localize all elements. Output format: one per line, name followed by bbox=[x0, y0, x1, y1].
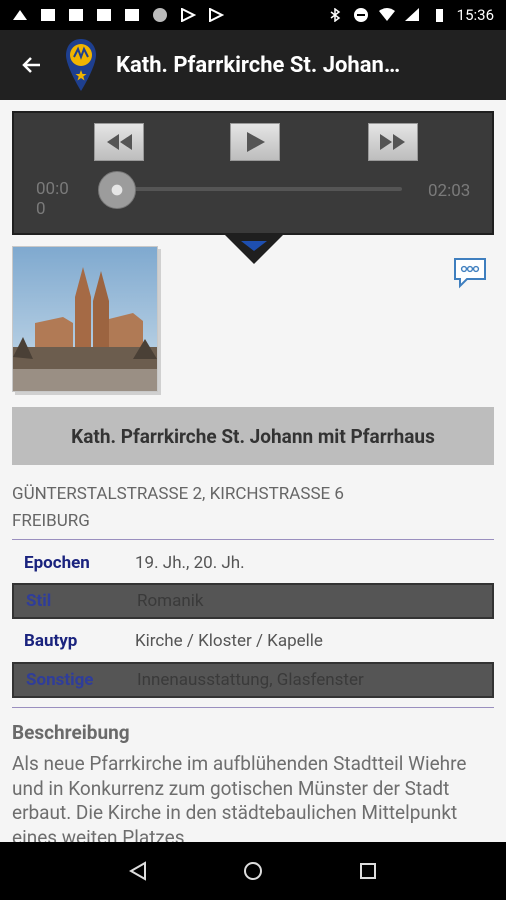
detail-key: Sonstige bbox=[26, 670, 94, 690]
detail-value: 19. Jh., 20. Jh. bbox=[135, 553, 245, 573]
arrow-left-icon bbox=[22, 57, 40, 73]
app-bar: Kath. Pfarrkirche St. Johan… bbox=[0, 30, 506, 100]
signal-icon bbox=[404, 8, 419, 21]
address-line-1: GÜNTERSTALSTRASSE 2, KIRCHSTRASSE 6 bbox=[12, 484, 344, 504]
elapsed-time: 00:0 0 bbox=[36, 179, 69, 219]
do-not-disturb-icon bbox=[353, 8, 368, 22]
rewind-icon bbox=[107, 134, 132, 150]
notification-icon bbox=[13, 10, 27, 20]
detail-value: Innenausstattung, Glasfenster bbox=[137, 670, 364, 690]
church-photo bbox=[13, 247, 157, 391]
wifi-icon bbox=[378, 8, 395, 21]
image-icon bbox=[41, 9, 55, 21]
gallery-icon bbox=[125, 9, 139, 21]
address-line-2: FREIBURG bbox=[12, 511, 90, 531]
seek-bar[interactable] bbox=[104, 187, 402, 191]
play-store-icon bbox=[181, 8, 196, 22]
pointer-arrow bbox=[225, 235, 283, 264]
audio-player: 00:0 0 02:03 bbox=[12, 111, 494, 235]
detail-key: Bautyp bbox=[24, 631, 78, 651]
play-button[interactable] bbox=[230, 123, 280, 161]
monument-address: GÜNTERSTALSTRASSE 2, KIRCHSTRASSE 6 FREI… bbox=[12, 481, 494, 535]
play-store-icon bbox=[209, 8, 224, 22]
fast-forward-button[interactable] bbox=[368, 123, 418, 161]
battery-icon bbox=[435, 9, 443, 22]
divider bbox=[12, 539, 494, 540]
detail-row-sonstige: Sonstige Innenausstattung, Glasfenster bbox=[12, 662, 494, 698]
nav-back-icon[interactable] bbox=[127, 860, 149, 882]
seek-thumb[interactable] bbox=[98, 171, 136, 209]
rewind-button[interactable] bbox=[94, 123, 144, 161]
fast-forward-icon bbox=[380, 134, 405, 150]
image-icon bbox=[69, 9, 83, 21]
clock: 15:36 bbox=[456, 6, 494, 24]
detail-row-bautyp: Bautyp Kirche / Kloster / Kapelle bbox=[12, 623, 494, 659]
detail-value: Romanik bbox=[137, 591, 204, 611]
monument-thumbnail[interactable] bbox=[12, 246, 158, 392]
detail-key: Epochen bbox=[24, 553, 90, 573]
nav-home-icon[interactable] bbox=[242, 860, 264, 882]
detail-row-epochen: Epochen 19. Jh., 20. Jh. bbox=[12, 545, 494, 581]
divider bbox=[12, 707, 494, 708]
notification-icons bbox=[12, 8, 224, 22]
page-title: Kath. Pfarrkirche St. Johan… bbox=[116, 52, 401, 78]
description-heading: Beschreibung bbox=[12, 721, 130, 744]
status-bar: 15:36 bbox=[0, 0, 506, 30]
back-button[interactable] bbox=[0, 30, 64, 100]
detail-row-stil: Stil Romanik bbox=[12, 583, 494, 619]
play-icon bbox=[247, 132, 265, 152]
system-icons: 15:36 bbox=[327, 6, 494, 24]
detail-key: Stil bbox=[26, 591, 52, 611]
map-pin-logo-icon bbox=[66, 39, 96, 91]
screen: 15:36 Kath. Pfarrkirche St. Johan… 00:0 … bbox=[0, 0, 506, 900]
image-icon bbox=[97, 9, 111, 21]
comment-bubble-icon bbox=[454, 258, 486, 289]
monument-name: Kath. Pfarrkirche St. Johann mit Pfarrha… bbox=[12, 407, 494, 465]
detail-value: Kirche / Kloster / Kapelle bbox=[135, 631, 323, 651]
circle-icon bbox=[153, 8, 167, 22]
description-text: Als neue Pfarrkirche im aufblühenden Sta… bbox=[12, 752, 467, 849]
nav-recents-icon[interactable] bbox=[357, 860, 379, 882]
bluetooth-icon bbox=[330, 8, 340, 22]
total-time: 02:03 bbox=[428, 181, 471, 201]
system-nav-bar bbox=[0, 842, 506, 900]
comment-button[interactable] bbox=[453, 257, 487, 289]
